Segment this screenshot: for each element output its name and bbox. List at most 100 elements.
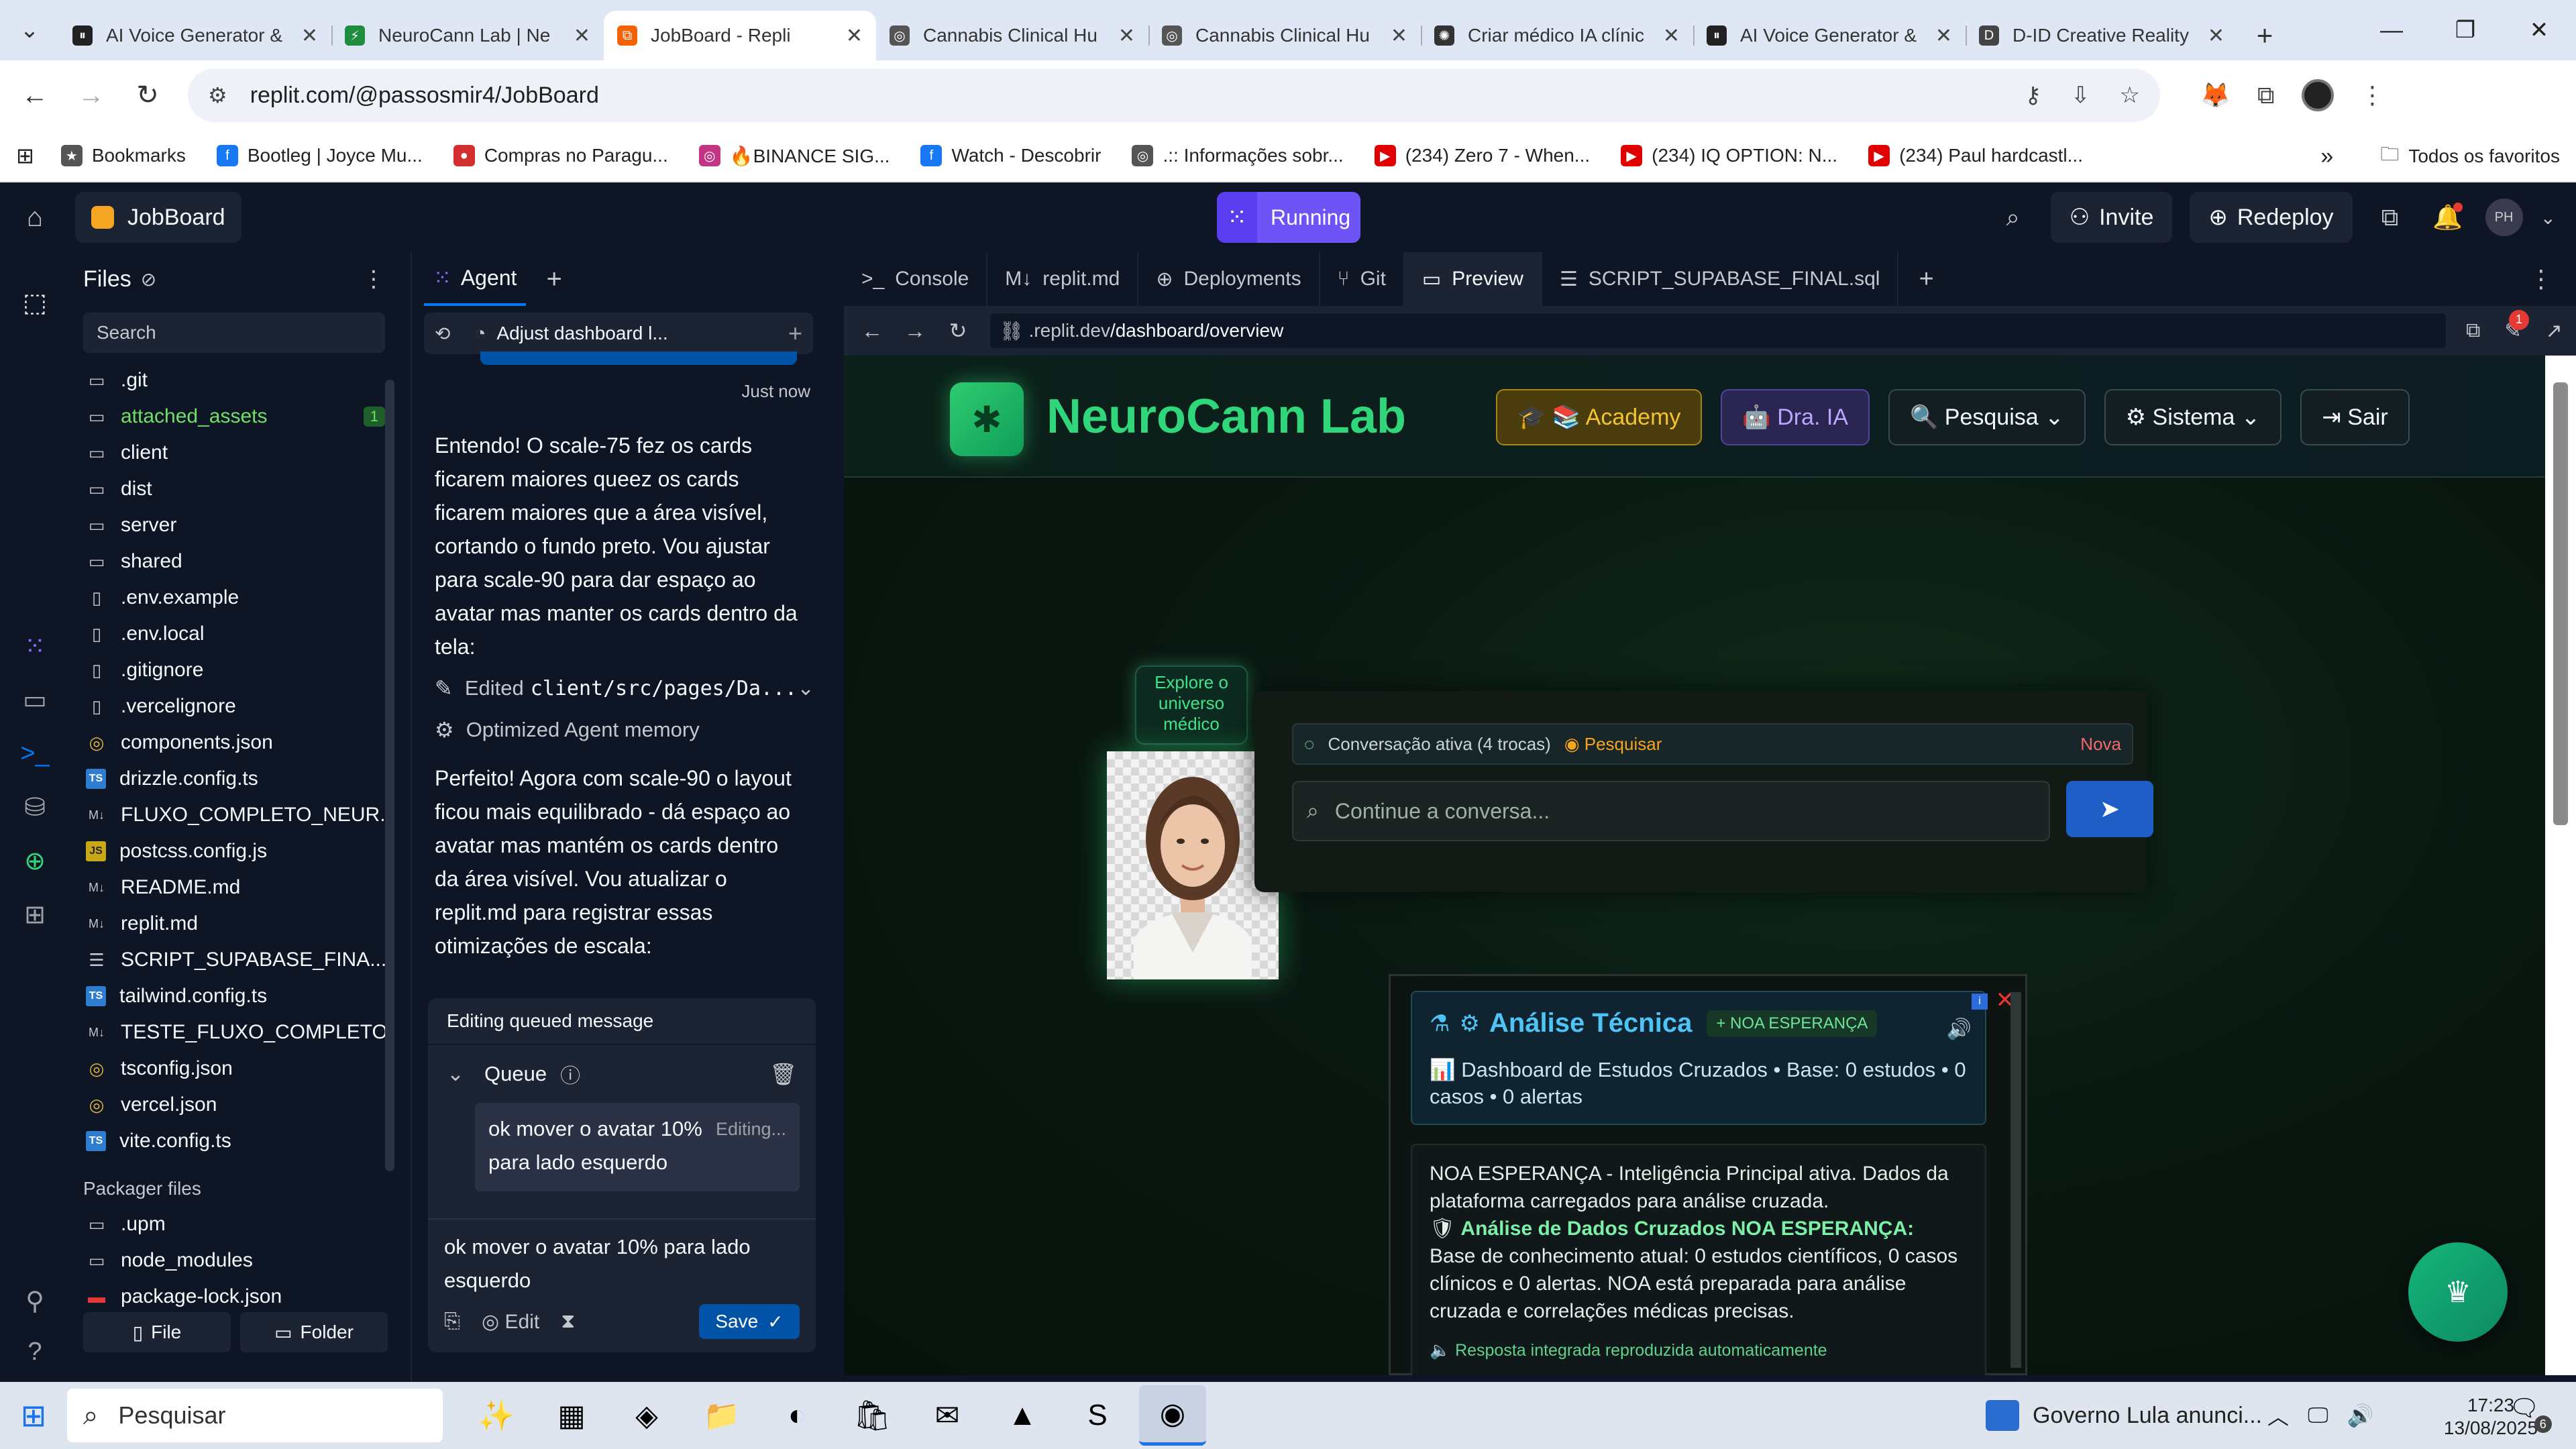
workspace-tab[interactable]: ☰ SCRIPT_SUPABASE_FINAL.sql (1542, 252, 1899, 306)
bookmark-item[interactable]: f Watch - Descobrir (920, 145, 1101, 167)
browser-tab[interactable]: ⏸ AI Voice Generator & ✕ (59, 11, 331, 60)
arc-app-icon[interactable]: ▲ (989, 1385, 1056, 1446)
file-tree-item[interactable]: ▯ .env.local (70, 616, 398, 652)
cannabis-leaf-icon[interactable]: ✱ (950, 382, 1024, 456)
brand-name[interactable]: NeuroCann Lab (1046, 389, 1406, 444)
crown-fab-button[interactable]: ♛ (2408, 1242, 2508, 1342)
file-tree-item[interactable]: ▯ .vercelignore (70, 688, 398, 724)
tab-agent[interactable]: ⁙ Agent (424, 252, 527, 306)
tab-close-icon[interactable]: ✕ (846, 24, 863, 48)
notification-center-icon[interactable]: 🗨 6 (2509, 1394, 2552, 1433)
preview-forward-icon[interactable]: → (894, 319, 936, 343)
trash-icon[interactable]: 🗑 (769, 1061, 797, 1087)
bookmark-star-icon[interactable]: ☆ (2120, 82, 2140, 109)
file-tree-item[interactable]: ◎ vercel.json (70, 1087, 398, 1123)
workspace-tab[interactable]: ⑂ Git (1320, 252, 1405, 306)
info-icon[interactable]: ⓘ (560, 1059, 580, 1089)
redeploy-button[interactable]: ⊕ Redeploy (2190, 192, 2353, 243)
metamask-fox-icon[interactable]: 🦊 (2200, 81, 2231, 109)
settings-sliders-icon[interactable]: ⧗ (561, 1310, 575, 1333)
preview-reload-icon[interactable]: ↻ (936, 318, 979, 343)
user-avatar[interactable]: PH (2485, 199, 2523, 236)
chrome-icon[interactable]: ◉ (1139, 1385, 1206, 1446)
packager-item[interactable]: ▭ node_modules (70, 1242, 398, 1279)
info-badge-icon[interactable]: i (1972, 994, 1988, 1010)
add-tab-button[interactable]: + (546, 264, 561, 294)
history-icon[interactable]: ⟲ (435, 323, 450, 345)
new-file-button[interactable]: ▯ File (83, 1312, 231, 1352)
workspace-menu-icon[interactable]: ⋮ (2529, 265, 2576, 293)
preview-url-input[interactable]: ⛓ .replit.dev /dashboard/overview (990, 313, 2446, 348)
app-nav-button[interactable]: ⚙ Sistema ⌄ (2104, 389, 2282, 445)
back-icon[interactable]: ← (7, 67, 63, 123)
file-tree-item[interactable]: ◎ tsconfig.json (70, 1051, 398, 1087)
files-menu-icon[interactable]: ⋮ (362, 266, 385, 292)
shell-icon[interactable]: >_ (0, 730, 70, 777)
doctor-avatar[interactable] (1107, 751, 1279, 979)
extensions-puzzle-icon[interactable]: ⧉ (2257, 81, 2275, 110)
browser-tab[interactable]: ⏸ AI Voice Generator & ✕ (1693, 11, 1966, 60)
save-button[interactable]: Save ✓ (699, 1304, 800, 1339)
address-bar[interactable]: ⚙ replit.com/@passosmir4/JobBoard ⚷ ⇩ ☆ (188, 68, 2160, 122)
notifications-bell-icon[interactable]: 🔔 (2428, 192, 2468, 243)
devices-preview-icon[interactable]: ⧉ (2466, 319, 2480, 343)
thread-bar[interactable]: ⟲ ◔ Adjust dashboard l... + (424, 313, 813, 354)
edge-icon[interactable]: ◐ (763, 1385, 830, 1446)
chat-input[interactable]: ⌕ Continue a conversa... (1292, 781, 2050, 841)
files-search-input[interactable]: Search (83, 313, 385, 353)
file-tree-item[interactable]: ▯ .env.example (70, 580, 398, 616)
files-scrollbar[interactable] (385, 380, 394, 1171)
bookmarks-overflow-icon[interactable]: » (2320, 144, 2333, 170)
volume-icon[interactable]: 🔊 (2347, 1403, 2374, 1428)
chrome-menu-icon[interactable]: ⋮ (2361, 81, 2385, 109)
file-tree-item[interactable]: ▭ attached_assets 1 (70, 398, 398, 435)
workspace-tab[interactable]: ▭ Preview (1404, 252, 1542, 306)
preview-back-icon[interactable]: ← (851, 319, 894, 343)
windows-start-icon[interactable]: ⊞ (0, 1382, 67, 1449)
help-bell-icon[interactable]: ⚲ (0, 1277, 70, 1324)
profile-avatar[interactable] (2301, 79, 2334, 111)
tab-close-icon[interactable]: ✕ (301, 24, 318, 48)
file-tree-item[interactable]: ▭ shared (70, 543, 398, 580)
install-app-icon[interactable]: ⇩ (2071, 82, 2090, 109)
invite-button[interactable]: ⚇ Invite (2050, 192, 2173, 243)
minimize-icon[interactable]: — (2355, 0, 2428, 60)
edit-mode-button[interactable]: ◎ Edit (482, 1310, 539, 1334)
run-button[interactable]: ⁙ Running (1217, 192, 1360, 243)
file-tree-item[interactable]: ◎ components.json (70, 724, 398, 761)
devices-icon[interactable]: ⧉ (2370, 192, 2410, 243)
apps-grid-icon[interactable]: ⊞ (16, 143, 34, 168)
open-new-tab-icon[interactable]: ↗ (2546, 319, 2563, 343)
deployments-icon[interactable]: ⊕ (0, 837, 70, 884)
file-explorer-icon[interactable]: 📁 (688, 1385, 755, 1446)
browser-tab[interactable]: ⚡ NeuroCann Lab | Ne ✕ (331, 11, 604, 60)
analysis-scrollbar[interactable] (2010, 992, 2021, 1368)
widgets-icon[interactable]: ✨ (463, 1385, 530, 1446)
site-info-icon[interactable]: ⚙ (208, 83, 227, 108)
packager-item[interactable]: ▭ .upm (70, 1206, 398, 1242)
file-tree-item[interactable]: ▭ client (70, 435, 398, 471)
tab-close-icon[interactable]: ✕ (1391, 24, 1407, 48)
workspace-tab[interactable]: M↓ replit.md (987, 252, 1139, 306)
file-tree-item[interactable]: M↓ FLUXO_COMPLETO_NEUR... (70, 797, 398, 833)
reload-icon[interactable]: ↻ (119, 67, 176, 123)
all-bookmarks-folder-icon[interactable]: 🗀 (2380, 140, 2399, 172)
file-tree-item[interactable]: M↓ TESTE_FLUXO_COMPLETO... (70, 1014, 398, 1051)
files-explorer-icon[interactable]: ⬚ (0, 279, 70, 326)
search-icon[interactable]: ⌕ (1993, 192, 2033, 243)
file-tree-item[interactable]: JS postcss.config.js (70, 833, 398, 869)
preview-icon[interactable]: ▭ (0, 676, 70, 723)
app-nav-button[interactable]: ⇥ Sair (2300, 389, 2410, 445)
preview-scroll-thumb[interactable] (2553, 382, 2568, 825)
network-icon[interactable]: 🖵 (2308, 1403, 2328, 1428)
taskbar-search[interactable]: ⌕ Pesquisar (67, 1389, 443, 1442)
stake-app-icon[interactable]: S (1064, 1385, 1131, 1446)
home-icon[interactable]: ⌂ (0, 182, 70, 252)
tab-close-icon[interactable]: ✕ (1118, 24, 1135, 48)
tab-search-icon[interactable]: ⌄ (0, 0, 59, 60)
bookmark-item[interactable]: ★ Bookmarks (60, 145, 186, 167)
browser-tab[interactable]: ◎ Cannabis Clinical Hu ✕ (1148, 11, 1421, 60)
browser-tab[interactable]: D D-ID Creative Reality ✕ (1966, 11, 2238, 60)
tab-close-icon[interactable]: ✕ (1663, 24, 1680, 48)
file-tree-item[interactable]: M↓ README.md (70, 869, 398, 906)
